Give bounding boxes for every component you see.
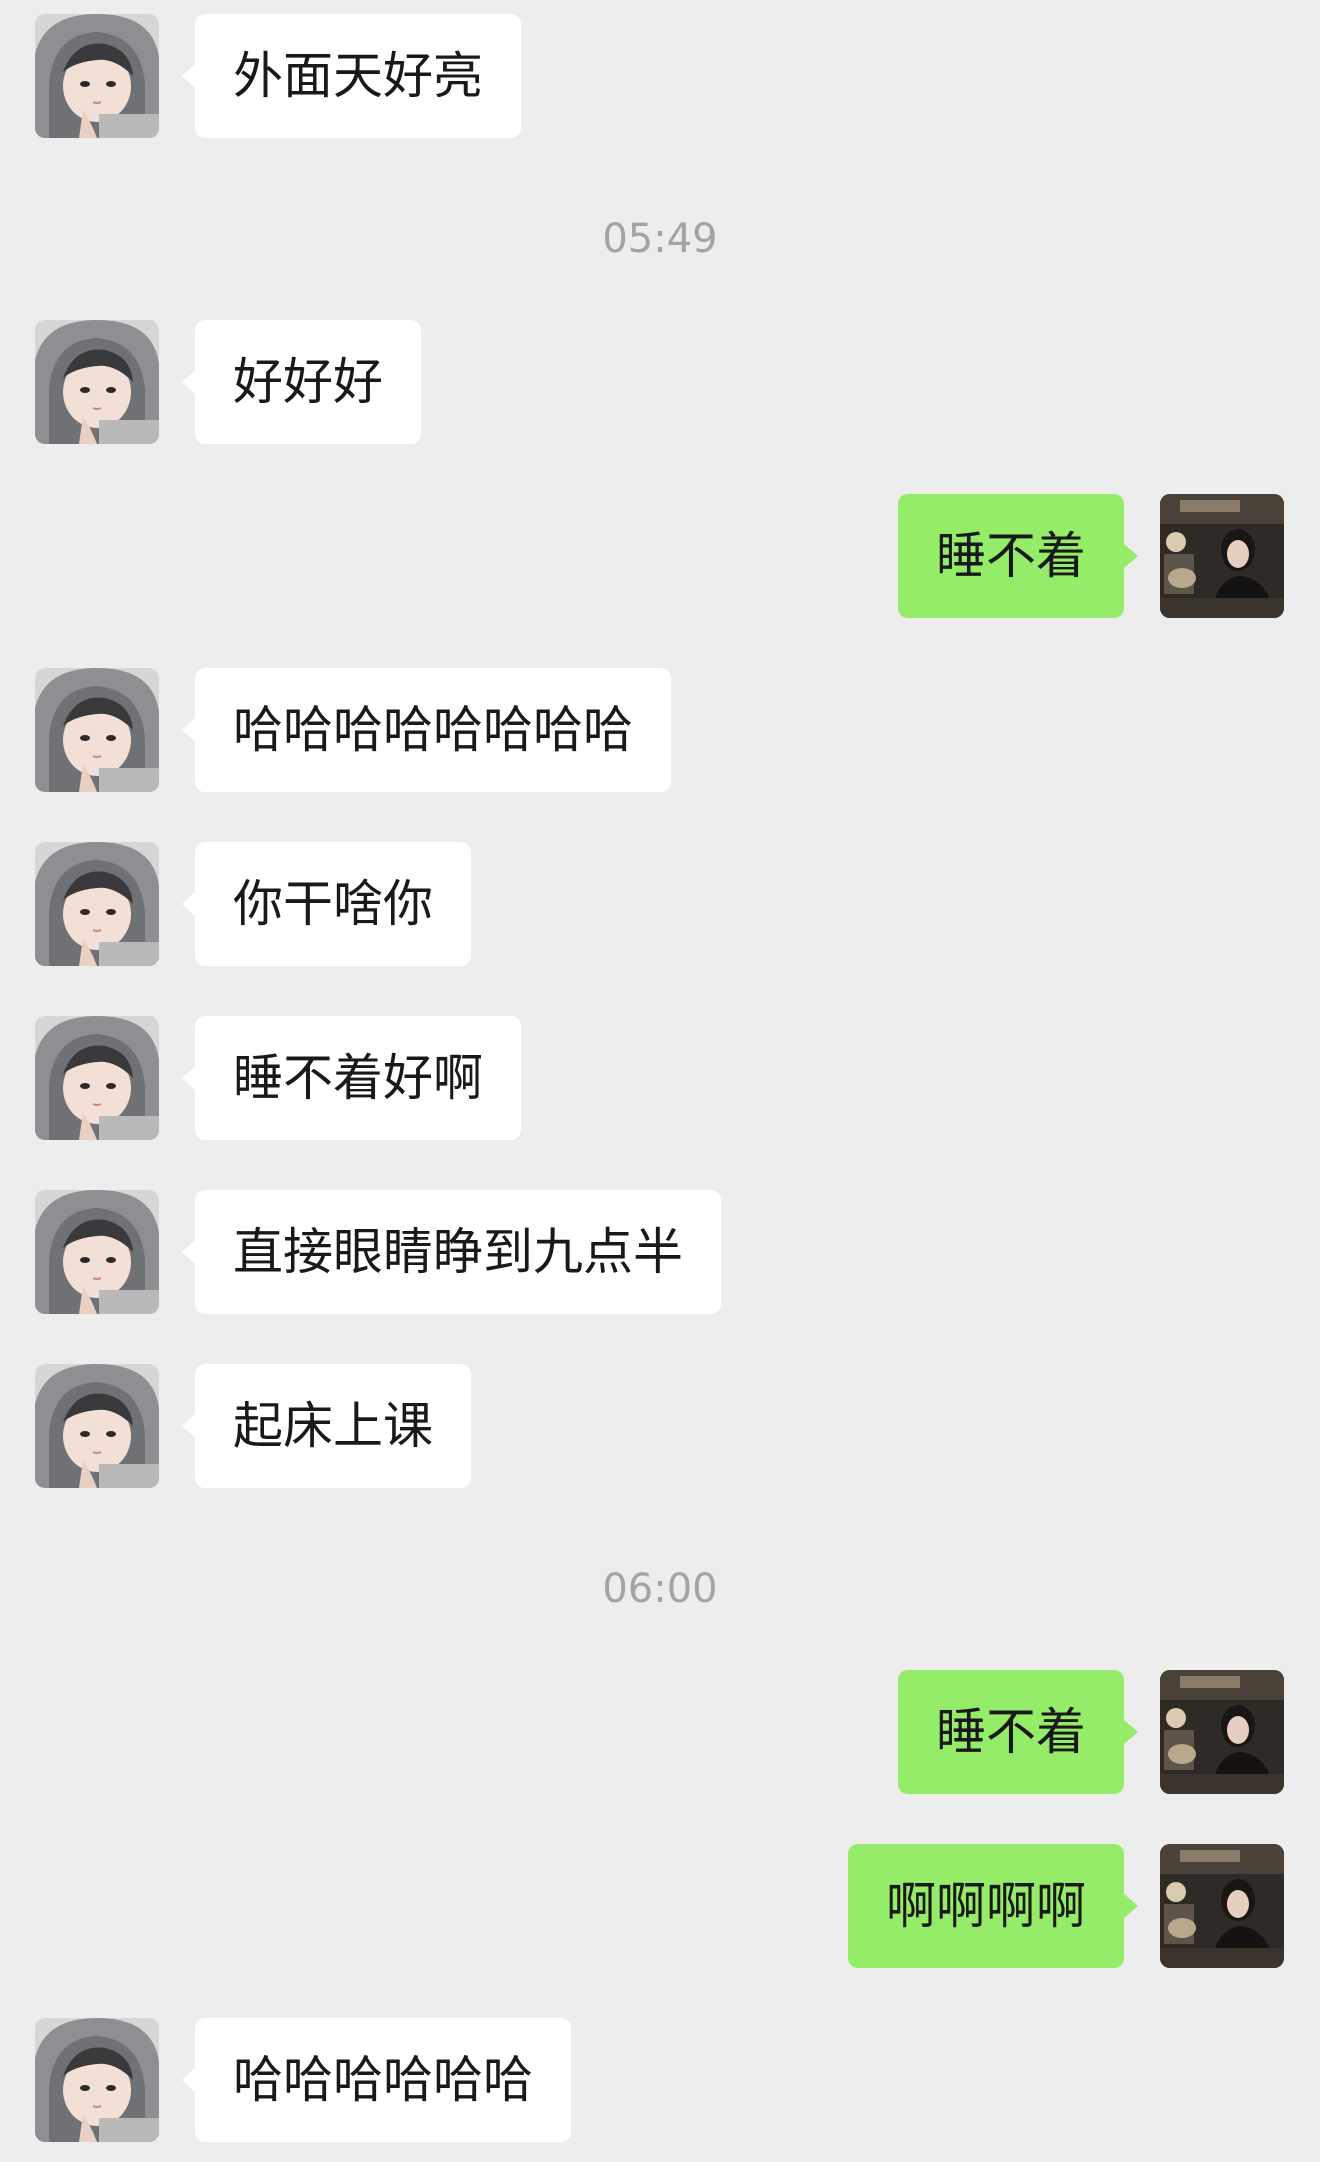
message-row-incoming: 哈哈哈哈哈哈哈哈	[0, 668, 1320, 792]
message-row-incoming: 你干啥你	[0, 842, 1320, 966]
contact-avatar[interactable]	[35, 1364, 159, 1488]
message-row-incoming: 外面天好亮	[0, 14, 1320, 138]
hooded-person-icon	[35, 1190, 159, 1314]
message-bubble[interactable]: 哈哈哈哈哈哈哈哈	[182, 668, 671, 792]
contact-avatar[interactable]	[35, 1016, 159, 1140]
message-row-incoming: 睡不着好啊	[0, 1016, 1320, 1140]
woman-in-dark-room-icon	[1160, 1670, 1284, 1794]
hooded-person-icon	[35, 1016, 159, 1140]
contact-avatar[interactable]	[35, 842, 159, 966]
timestamp: 05:49	[602, 216, 718, 262]
hooded-person-icon	[35, 842, 159, 966]
contact-avatar[interactable]	[35, 1190, 159, 1314]
message-row-incoming: 好好好	[0, 320, 1320, 444]
message-bubble[interactable]: 直接眼睛睁到九点半	[182, 1190, 721, 1314]
hooded-person-icon	[35, 14, 159, 138]
message-row-incoming: 哈哈哈哈哈哈	[0, 2018, 1320, 2142]
message-row-incoming: 直接眼睛睁到九点半	[0, 1190, 1320, 1314]
contact-avatar[interactable]	[35, 668, 159, 792]
message-bubble[interactable]: 你干啥你	[182, 842, 471, 966]
timestamp: 06:00	[602, 1566, 718, 1612]
message-row-outgoing: 啊啊啊啊	[0, 1844, 1320, 1968]
woman-in-dark-room-icon	[1160, 494, 1284, 618]
message-row-outgoing: 睡不着	[0, 494, 1320, 618]
user-avatar[interactable]	[1160, 1844, 1284, 1968]
message-row-incoming: 起床上课	[0, 1364, 1320, 1488]
hooded-person-icon	[35, 1364, 159, 1488]
message-bubble[interactable]: 睡不着好啊	[182, 1016, 521, 1140]
message-bubble[interactable]: 啊啊啊啊	[848, 1844, 1138, 1968]
hooded-person-icon	[35, 668, 159, 792]
hooded-person-icon	[35, 320, 159, 444]
user-avatar[interactable]	[1160, 494, 1284, 618]
user-avatar[interactable]	[1160, 1670, 1284, 1794]
message-row-outgoing: 睡不着	[0, 1670, 1320, 1794]
message-bubble[interactable]: 起床上课	[182, 1364, 471, 1488]
message-bubble[interactable]: 哈哈哈哈哈哈	[182, 2018, 571, 2142]
contact-avatar[interactable]	[35, 14, 159, 138]
contact-avatar[interactable]	[35, 320, 159, 444]
chat-window: 外面天好亮 05:49 好好好 睡不着 哈哈哈哈哈哈哈哈 你干啥你 睡不着好啊 …	[0, 0, 1320, 2162]
contact-avatar[interactable]	[35, 2018, 159, 2142]
message-bubble[interactable]: 外面天好亮	[182, 14, 521, 138]
message-bubble[interactable]: 睡不着	[898, 1670, 1138, 1794]
woman-in-dark-room-icon	[1160, 1844, 1284, 1968]
message-bubble[interactable]: 睡不着	[898, 494, 1138, 618]
message-bubble[interactable]: 好好好	[182, 320, 421, 444]
hooded-person-icon	[35, 2018, 159, 2142]
